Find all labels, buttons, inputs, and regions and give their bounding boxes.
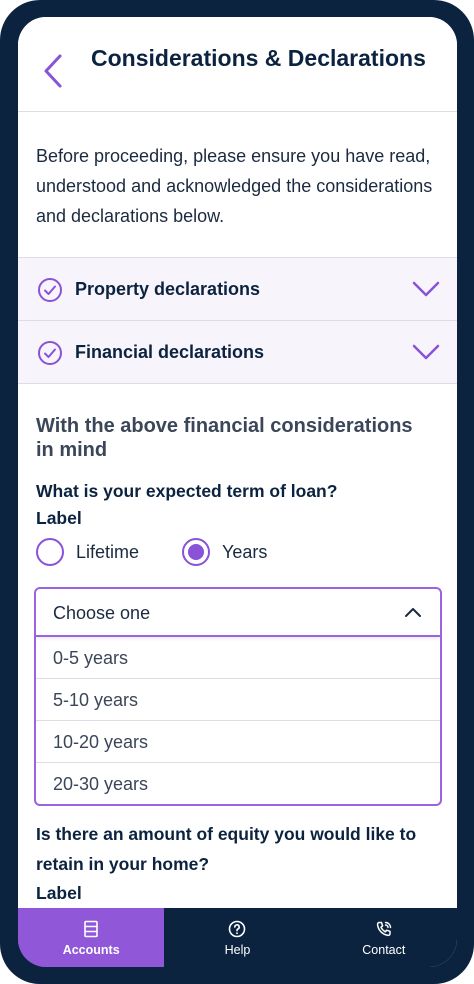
check-circle-icon [38, 341, 62, 365]
nav-label: Contact [362, 943, 406, 957]
radio-label: Years [222, 541, 268, 562]
section-title: With the above financial considerations … [36, 415, 413, 461]
chevron-up-icon [405, 608, 421, 617]
nav-label: Accounts [62, 943, 120, 957]
select-trigger[interactable]: Choose one [36, 589, 440, 637]
select-placeholder: Choose one [53, 603, 151, 623]
accordion-label: Financial declarations [75, 342, 265, 362]
nav-help[interactable]: Help [164, 908, 310, 967]
chevron-down-icon [412, 281, 440, 297]
nav-label: Help [224, 943, 251, 957]
option-label: 0-5 years [53, 648, 129, 668]
radio-circle-selected [182, 538, 210, 566]
phone-icon [376, 921, 392, 937]
divider [18, 383, 457, 384]
accordion-property-declarations[interactable]: Property declarations [18, 257, 457, 320]
loan-term-label: Label [36, 508, 82, 528]
back-button[interactable] [36, 51, 70, 91]
radio-circle [36, 538, 64, 566]
page-title: Considerations & Declarations [91, 45, 426, 71]
equity-label: Label [36, 883, 82, 903]
accordion-financial-declarations[interactable]: Financial declarations [18, 320, 457, 383]
radio-lifetime[interactable]: Lifetime [36, 537, 139, 567]
radio-label: Lifetime [76, 541, 140, 562]
radio-dot [188, 544, 204, 560]
select-option[interactable]: 5-10 years [36, 679, 440, 721]
list-icon [84, 920, 98, 938]
page-header: Considerations & Declarations [18, 17, 457, 112]
option-label: 20-30 years [53, 774, 149, 794]
intro-text: Before proceeding, please ensure you hav… [36, 146, 433, 226]
option-label: 5-10 years [53, 690, 139, 710]
check-circle-icon [38, 278, 62, 302]
radio-years[interactable]: Years [182, 537, 267, 567]
help-circle-icon [229, 920, 246, 938]
equity-question: Is there an amount of equity you would l… [36, 824, 417, 874]
bottom-nav: Accounts Help Contact [18, 908, 457, 967]
app-screen: Considerations & Declarations Before pro… [18, 17, 457, 967]
nav-contact[interactable]: Contact [311, 908, 457, 967]
accordion-label: Property declarations [75, 279, 261, 299]
loan-term-select: Choose one 0-5 years 5-10 years 10-20 ye… [34, 587, 442, 806]
option-label: 10-20 years [53, 732, 149, 752]
select-option[interactable]: 10-20 years [36, 721, 440, 763]
nav-accounts[interactable]: Accounts [18, 908, 165, 967]
chevron-down-icon [412, 344, 440, 360]
select-option[interactable]: 0-5 years [36, 637, 440, 679]
chevron-left-icon [44, 54, 62, 88]
select-option[interactable]: 20-30 years [36, 763, 440, 804]
device-frame: Considerations & Declarations Before pro… [0, 0, 474, 984]
loan-term-question: What is your expected term of loan? [36, 481, 338, 501]
